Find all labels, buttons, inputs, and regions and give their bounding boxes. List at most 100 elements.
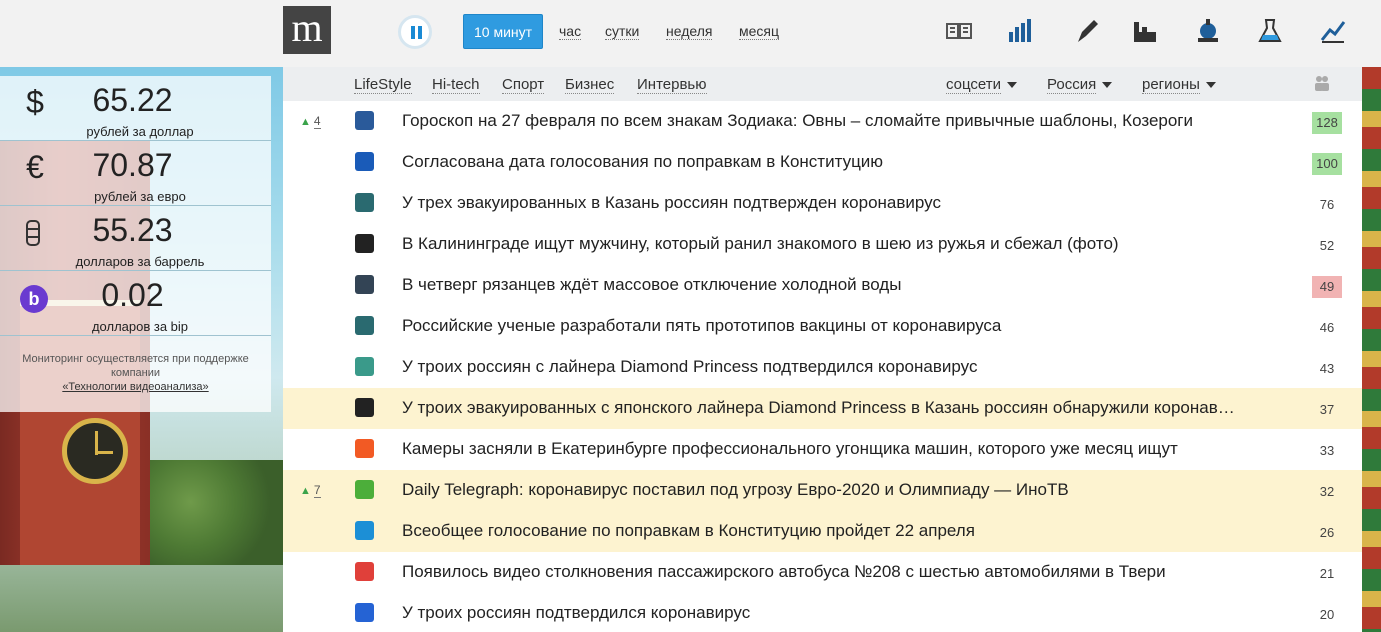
rate-label: рублей за доллар (86, 124, 194, 139)
trend-chart-icon[interactable] (1320, 18, 1346, 44)
news-row[interactable]: ▲ 4 Гороскоп на 27 февраля по всем знакам … (283, 101, 1362, 142)
source-logo-icon[interactable] (355, 234, 374, 253)
bip-icon: b (20, 285, 48, 313)
source-logo-icon[interactable] (355, 152, 374, 171)
filter-10min[interactable]: 10 минут (463, 14, 544, 49)
flask-icon[interactable] (1257, 18, 1283, 44)
news-title[interactable]: У троих россиян подтвердился коронавирус (402, 603, 1237, 623)
chevron-down-icon (1007, 82, 1018, 89)
rate-label: рублей за евро (94, 189, 186, 204)
factory-icon[interactable] (1132, 18, 1158, 44)
trees (150, 460, 285, 565)
dropdown-regions[interactable]: регионы (1142, 76, 1216, 94)
news-row[interactable]: Российские ученые разработали пять прото… (283, 306, 1362, 347)
source-count: 33 (1319, 443, 1335, 458)
topic-interview[interactable]: Интервью (637, 76, 707, 94)
source-count: 43 (1319, 361, 1335, 376)
books-icon[interactable] (946, 18, 972, 44)
news-title[interactable]: У трех эвакуированных в Казань россиян п… (402, 193, 1237, 213)
news-title[interactable]: В Калининграде ищут мужчину, который ран… (402, 234, 1237, 254)
news-title[interactable]: У троих эвакуированных с японского лайне… (402, 398, 1237, 418)
source-logo-icon[interactable] (355, 357, 374, 376)
source-logo-icon[interactable] (355, 275, 374, 294)
topic-business[interactable]: Бизнес (565, 76, 615, 94)
source-count: 20 (1319, 607, 1335, 622)
people-icon[interactable] (1313, 75, 1331, 91)
source-logo-icon[interactable] (355, 521, 374, 540)
topic-sport[interactable]: Спорт (502, 76, 545, 94)
topic-lifestyle[interactable]: LifeStyle (354, 76, 412, 94)
news-row[interactable]: У троих эвакуированных с японского лайне… (283, 388, 1362, 429)
up-arrow-icon: ▲ (300, 116, 311, 128)
news-title[interactable]: Российские ученые разработали пять прото… (402, 316, 1237, 336)
source-logo-icon[interactable] (355, 603, 374, 622)
source-logo-icon[interactable] (355, 439, 374, 458)
rate-oil: 55.23 долларов за баррель (0, 206, 271, 271)
pen-icon[interactable] (1074, 18, 1100, 44)
filter-day[interactable]: сутки (605, 14, 640, 49)
filter-hour[interactable]: час (559, 14, 582, 49)
news-row[interactable]: В четверг рязанцев ждёт массовое отключе… (283, 265, 1362, 306)
news-row[interactable]: Камеры засняли в Екатеринбурге профессио… (283, 429, 1362, 470)
source-logo-icon[interactable] (355, 480, 374, 499)
filter-week[interactable]: неделя (666, 14, 713, 49)
dropdown-russia[interactable]: Россия (1047, 76, 1113, 94)
dropdown-social[interactable]: соцсети (946, 76, 1018, 94)
news-title[interactable]: У троих россиян с лайнера Diamond Prince… (402, 357, 1237, 377)
news-title[interactable]: Камеры засняли в Екатеринбурге профессио… (402, 439, 1237, 459)
rate-bip: b 0.02 долларов за bip (0, 271, 271, 336)
cathedral-dome (1362, 67, 1381, 632)
source-logo-icon[interactable] (355, 398, 374, 417)
rates-widget: $ 65.22 рублей за доллар € 70.87 рублей … (0, 76, 271, 412)
news-row[interactable]: У троих россиян с лайнера Diamond Prince… (283, 347, 1362, 388)
news-title[interactable]: Daily Telegraph: коронавирус поставил по… (402, 480, 1237, 500)
source-count: 49 (1312, 276, 1342, 298)
rank-number: 7 (313, 483, 321, 498)
top-bar: m 10 минут час сутки неделя месяц (0, 0, 1381, 67)
rank-change: ▲ 4 (300, 114, 321, 129)
source-count: 100 (1312, 153, 1342, 175)
euro-icon: € (26, 149, 44, 185)
chevron-down-icon (1205, 82, 1216, 89)
news-title[interactable]: В четверг рязанцев ждёт массовое отключе… (402, 275, 1237, 295)
clock-face (62, 418, 128, 484)
pause-icon[interactable] (398, 15, 432, 49)
dollar-icon: $ (26, 84, 44, 120)
source-count: 46 (1319, 320, 1335, 335)
rate-value: 55.23 (92, 212, 173, 248)
news-row[interactable]: ▲ 7 Daily Telegraph: коронавирус поставил … (283, 470, 1362, 511)
support-link[interactable]: «Технологии видеоанализа» (0, 380, 271, 394)
rate-value: 70.87 (92, 147, 173, 183)
barrel-icon (26, 220, 40, 246)
news-title[interactable]: Появилось видео столкновения пассажирско… (402, 562, 1237, 582)
source-logo-icon[interactable] (355, 562, 374, 581)
source-count: 37 (1319, 402, 1335, 417)
support-text: Мониторинг осуществляется при поддержке … (22, 353, 249, 379)
topic-hitech[interactable]: Hi-tech (432, 76, 480, 94)
news-row[interactable]: У трех эвакуированных в Казань россиян п… (283, 183, 1362, 224)
filter-month[interactable]: месяц (739, 14, 780, 49)
site-logo[interactable]: m (283, 6, 331, 54)
chess-icon[interactable] (1195, 18, 1221, 44)
news-row[interactable]: Согласована дата голосования по поправка… (283, 142, 1362, 183)
news-title[interactable]: Согласована дата голосования по поправка… (402, 152, 1237, 172)
news-row[interactable]: У троих россиян подтвердился коронавирус… (283, 593, 1362, 632)
support-note: Мониторинг осуществляется при поддержке … (0, 352, 271, 394)
news-title[interactable]: Гороскоп на 27 февраля по всем знакам Зо… (402, 111, 1237, 131)
chevron-down-icon (1102, 82, 1113, 89)
source-count: 21 (1319, 566, 1335, 581)
news-row[interactable]: В Калининграде ищут мужчину, который ран… (283, 224, 1362, 265)
bar-chart-icon[interactable] (1008, 18, 1034, 44)
rate-usd: $ 65.22 рублей за доллар (0, 76, 271, 141)
rank-number: 4 (313, 114, 321, 129)
source-logo-icon[interactable] (355, 193, 374, 212)
news-title[interactable]: Всеобщее голосование по поправкам в Конс… (402, 521, 1237, 541)
source-count: 26 (1319, 525, 1335, 540)
source-logo-icon[interactable] (355, 316, 374, 335)
rate-eur: € 70.87 рублей за евро (0, 141, 271, 206)
news-row[interactable]: Появилось видео столкновения пассажирско… (283, 552, 1362, 593)
source-count: 76 (1319, 197, 1335, 212)
news-row[interactable]: Всеобщее голосование по поправкам в Конс… (283, 511, 1362, 552)
source-logo-icon[interactable] (355, 111, 374, 130)
source-count: 32 (1319, 484, 1335, 499)
